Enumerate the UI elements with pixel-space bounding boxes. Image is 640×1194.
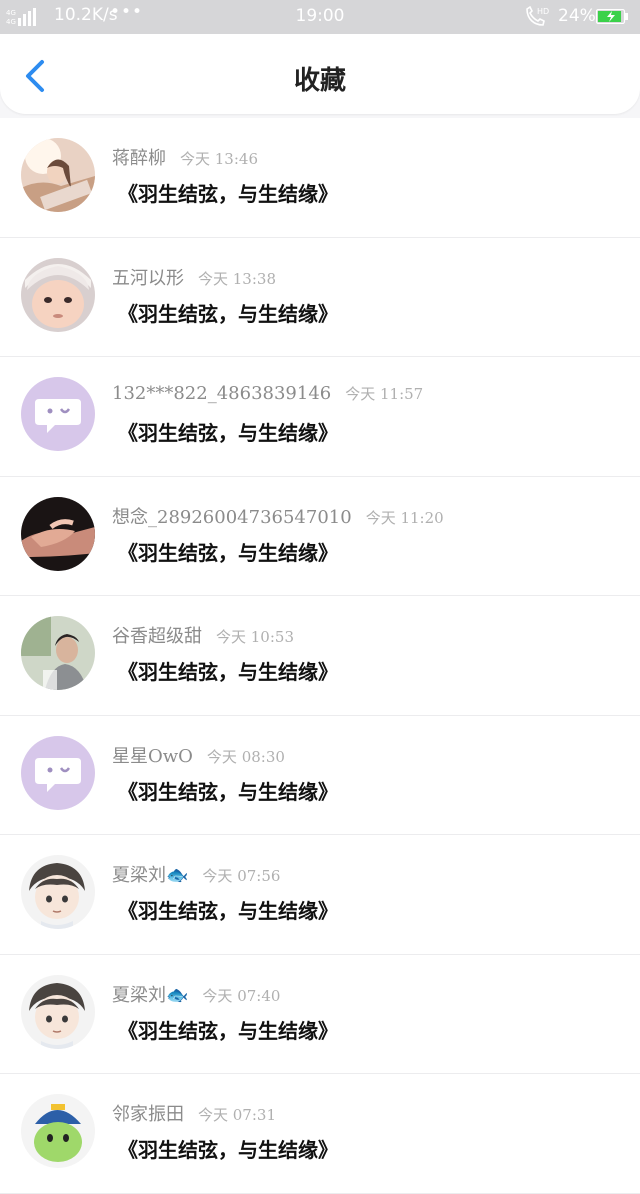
- sender-name: 132***822_4863839146: [112, 383, 332, 404]
- favorites-list: 蒋醉柳 今天 13:46 《羽生结弦，与生结缘》 五河以形 今天 13:38 《羽生…: [0, 118, 640, 1194]
- list-item[interactable]: 谷香超级甜 今天 10:53 《羽生结弦，与生结缘》: [0, 596, 640, 716]
- avatar[interactable]: [21, 1094, 95, 1168]
- list-item[interactable]: 星星OwO 今天 08:30 《羽生结弦，与生结缘》: [0, 715, 640, 835]
- avatar[interactable]: [21, 974, 95, 1049]
- avatar[interactable]: [21, 138, 95, 212]
- message-preview: 《羽生结弦，与生结缘》: [118, 779, 338, 804]
- message-preview: 《羽生结弦，与生结缘》: [118, 899, 338, 923]
- list-item[interactable]: 邻家振田 今天 07:31 《羽生结弦，与生结缘》: [0, 1074, 640, 1194]
- sender-name: 谷香超级甜: [112, 626, 202, 647]
- svg-text:HD: HD: [537, 7, 549, 16]
- message-preview: 《羽生结弦，与生结缘》: [118, 182, 338, 206]
- navigation-header: 收藏: [0, 34, 640, 114]
- default-chat-avatar-icon[interactable]: [21, 735, 95, 810]
- message-preview: 《羽生结弦，与生结缘》: [118, 660, 338, 684]
- default-chat-avatar-icon[interactable]: [21, 377, 95, 451]
- list-item[interactable]: 夏梁刘🐟 今天 07:56 《羽生结弦，与生结缘》: [0, 835, 640, 955]
- sender-name: 邻家振田: [112, 1104, 184, 1125]
- message-preview: 《羽生结弦，与生结缘》: [118, 1138, 338, 1162]
- page-title: 收藏: [293, 66, 346, 96]
- avatar[interactable]: [21, 855, 95, 929]
- sender-name: 星星OwO: [112, 745, 193, 767]
- list-item[interactable]: 想念_28926004736547010 今天 11:20 《羽生结弦，与生结缘》: [0, 476, 640, 596]
- battery-icon: [596, 9, 628, 24]
- list-item[interactable]: 132***822_4863839146 今天 11:57 《羽生结弦，与生结缘》: [0, 357, 640, 477]
- timestamp: 今天 08:30: [206, 747, 285, 766]
- status-bar: 4G 4G 10.2K/s ••• 19:00 HD 24%: [0, 0, 640, 34]
- message-preview: 《羽生结弦，与生结缘》: [118, 301, 338, 326]
- message-preview: 《羽生结弦，与生结缘》: [118, 421, 338, 445]
- timestamp: 今天 13:46: [180, 150, 258, 168]
- sender-name: 蒋醉柳: [112, 148, 166, 169]
- timestamp: 今天 13:38: [198, 269, 276, 288]
- sender-name: 夏梁刘🐟: [112, 865, 189, 886]
- timestamp: 今天 07:56: [202, 867, 281, 885]
- list-item[interactable]: 蒋醉柳 今天 13:46 《羽生结弦，与生结缘》: [0, 118, 640, 238]
- avatar[interactable]: [21, 616, 95, 690]
- battery-percent: 24%: [558, 6, 596, 26]
- message-preview: 《羽生结弦，与生结缘》: [118, 540, 338, 565]
- timestamp: 今天 11:57: [345, 385, 424, 403]
- back-button[interactable]: [18, 56, 54, 96]
- chevron-left-icon: [26, 60, 44, 92]
- timestamp: 今天 11:20: [365, 508, 444, 527]
- timestamp: 今天 07:40: [202, 986, 281, 1005]
- avatar[interactable]: [21, 496, 95, 571]
- timestamp: 今天 07:31: [198, 1106, 276, 1124]
- message-preview: 《羽生结弦，与生结缘》: [118, 1018, 338, 1043]
- sender-name: 五河以形: [112, 267, 184, 289]
- list-item[interactable]: 夏梁刘🐟 今天 07:40 《羽生结弦，与生结缘》: [0, 954, 640, 1074]
- hd-call-icon: HD: [526, 5, 549, 26]
- timestamp: 今天 10:53: [216, 628, 294, 646]
- sender-name: 夏梁刘🐟: [112, 984, 189, 1006]
- sender-name: 想念_28926004736547010: [112, 506, 352, 528]
- avatar[interactable]: [21, 257, 95, 332]
- list-item[interactable]: 五河以形 今天 13:38 《羽生结弦，与生结缘》: [0, 237, 640, 357]
